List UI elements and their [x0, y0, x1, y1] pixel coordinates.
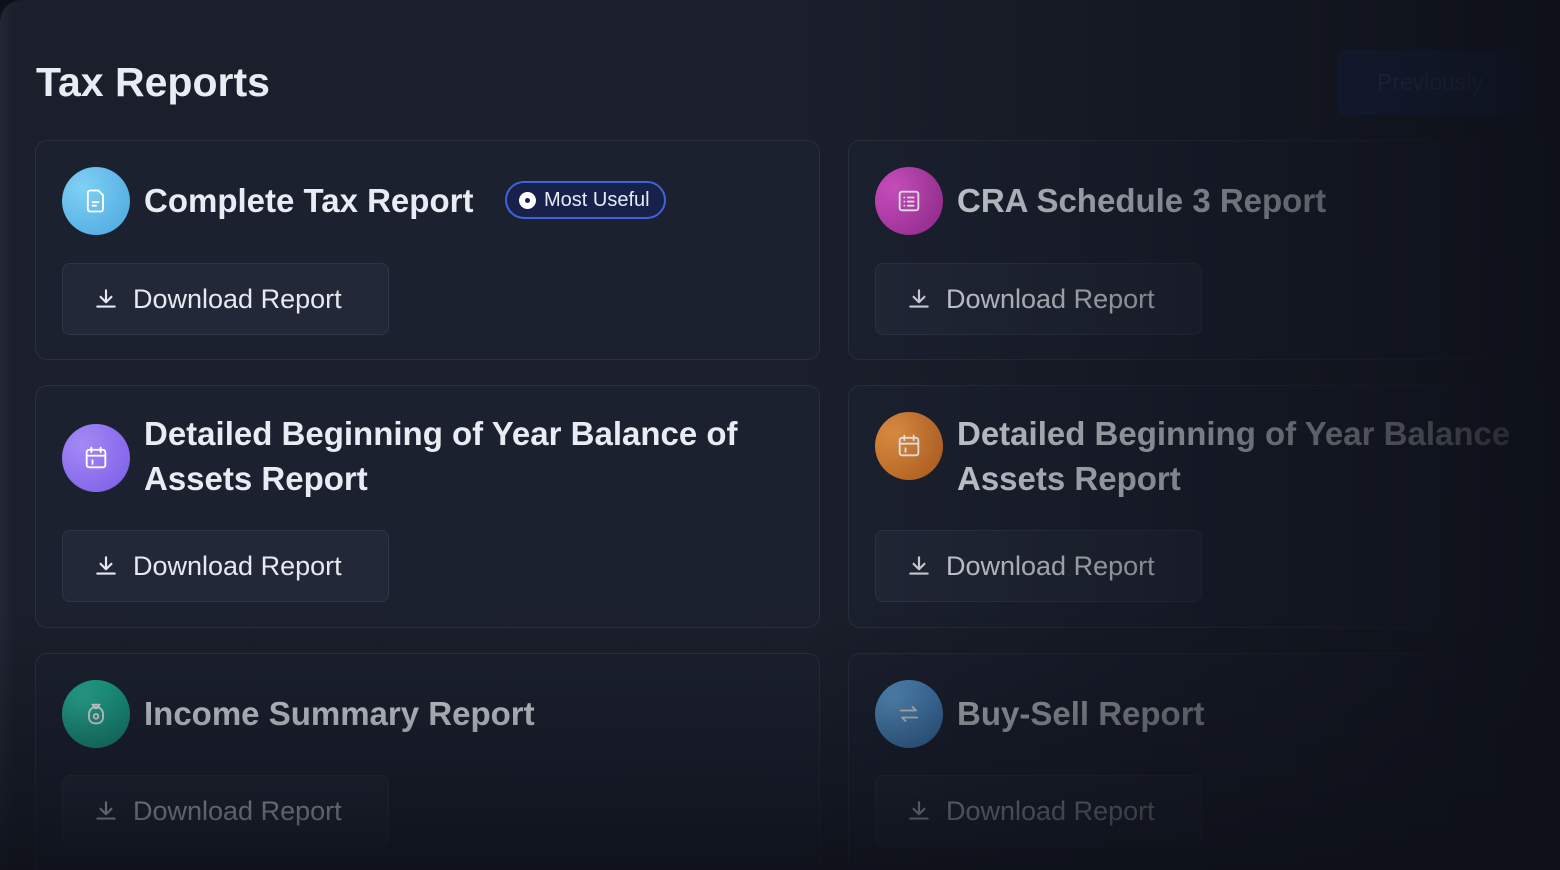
download-icon — [909, 289, 929, 308]
swap-icon — [875, 680, 943, 748]
download-report-button[interactable]: Download Report — [875, 263, 1202, 335]
badge-label: Most Useful — [544, 188, 650, 211]
download-report-button[interactable]: Download Report — [875, 530, 1202, 602]
most-useful-badge: Most Useful — [505, 181, 666, 219]
report-card-income-summary: Income Summary Report Download Report — [35, 653, 820, 870]
previously-button[interactable]: Previously — [1337, 50, 1523, 115]
report-card-cra-schedule-3: CRA Schedule 3 Report Download Report — [848, 140, 1560, 360]
money-bag-icon — [62, 680, 130, 748]
download-label: Download Report — [133, 550, 342, 581]
tax-reports-panel: Tax Reports Previously Complete Tax Repo… — [0, 0, 1560, 870]
download-label: Download Report — [946, 550, 1155, 581]
report-title: Income Summary Report — [144, 695, 535, 732]
page-title: Tax Reports — [36, 59, 270, 105]
left-edge-highlight — [0, 0, 14, 870]
download-icon — [96, 289, 116, 308]
document-icon — [62, 167, 130, 235]
report-card-buy-sell: Buy-Sell Report Download Report — [848, 653, 1560, 870]
report-title: Buy-Sell Report — [957, 695, 1205, 732]
calendar-icon — [875, 412, 943, 480]
download-icon — [96, 801, 116, 820]
download-label: Download Report — [133, 795, 342, 826]
download-report-button[interactable]: Download Report — [62, 530, 389, 602]
report-title-line-2: Assets Report — [144, 460, 368, 497]
report-title: Detailed Beginning of Year Balance of As… — [144, 411, 738, 501]
shield-icon — [519, 191, 536, 209]
report-card-detailed-boy-balance: Detailed Beginning of Year Balance of As… — [35, 385, 820, 628]
report-card-complete-tax: Complete Tax Report Most Useful Download… — [35, 140, 820, 360]
report-title-line-2: Assets Report — [957, 460, 1181, 497]
report-title: Complete Tax Report — [144, 182, 474, 219]
download-label: Download Report — [133, 283, 342, 314]
report-title: CRA Schedule 3 Report — [957, 182, 1327, 219]
download-icon — [909, 801, 929, 820]
calendar-icon — [62, 424, 130, 492]
download-icon — [96, 556, 116, 575]
report-title-line-1: Detailed Beginning of Year Balance of — [144, 415, 738, 452]
report-card-detailed-boy-balance-2: Detailed Beginning of Year Balance Asset… — [848, 385, 1560, 628]
report-title-line-1: Detailed Beginning of Year Balance — [957, 415, 1511, 452]
report-title: Detailed Beginning of Year Balance Asset… — [957, 411, 1510, 501]
download-label: Download Report — [946, 283, 1155, 314]
list-icon — [875, 167, 943, 235]
download-icon — [909, 556, 929, 575]
download-report-button[interactable]: Download Report — [875, 775, 1202, 847]
download-report-button[interactable]: Download Report — [62, 775, 389, 847]
download-report-button[interactable]: Download Report — [62, 263, 389, 335]
download-label: Download Report — [946, 795, 1155, 826]
